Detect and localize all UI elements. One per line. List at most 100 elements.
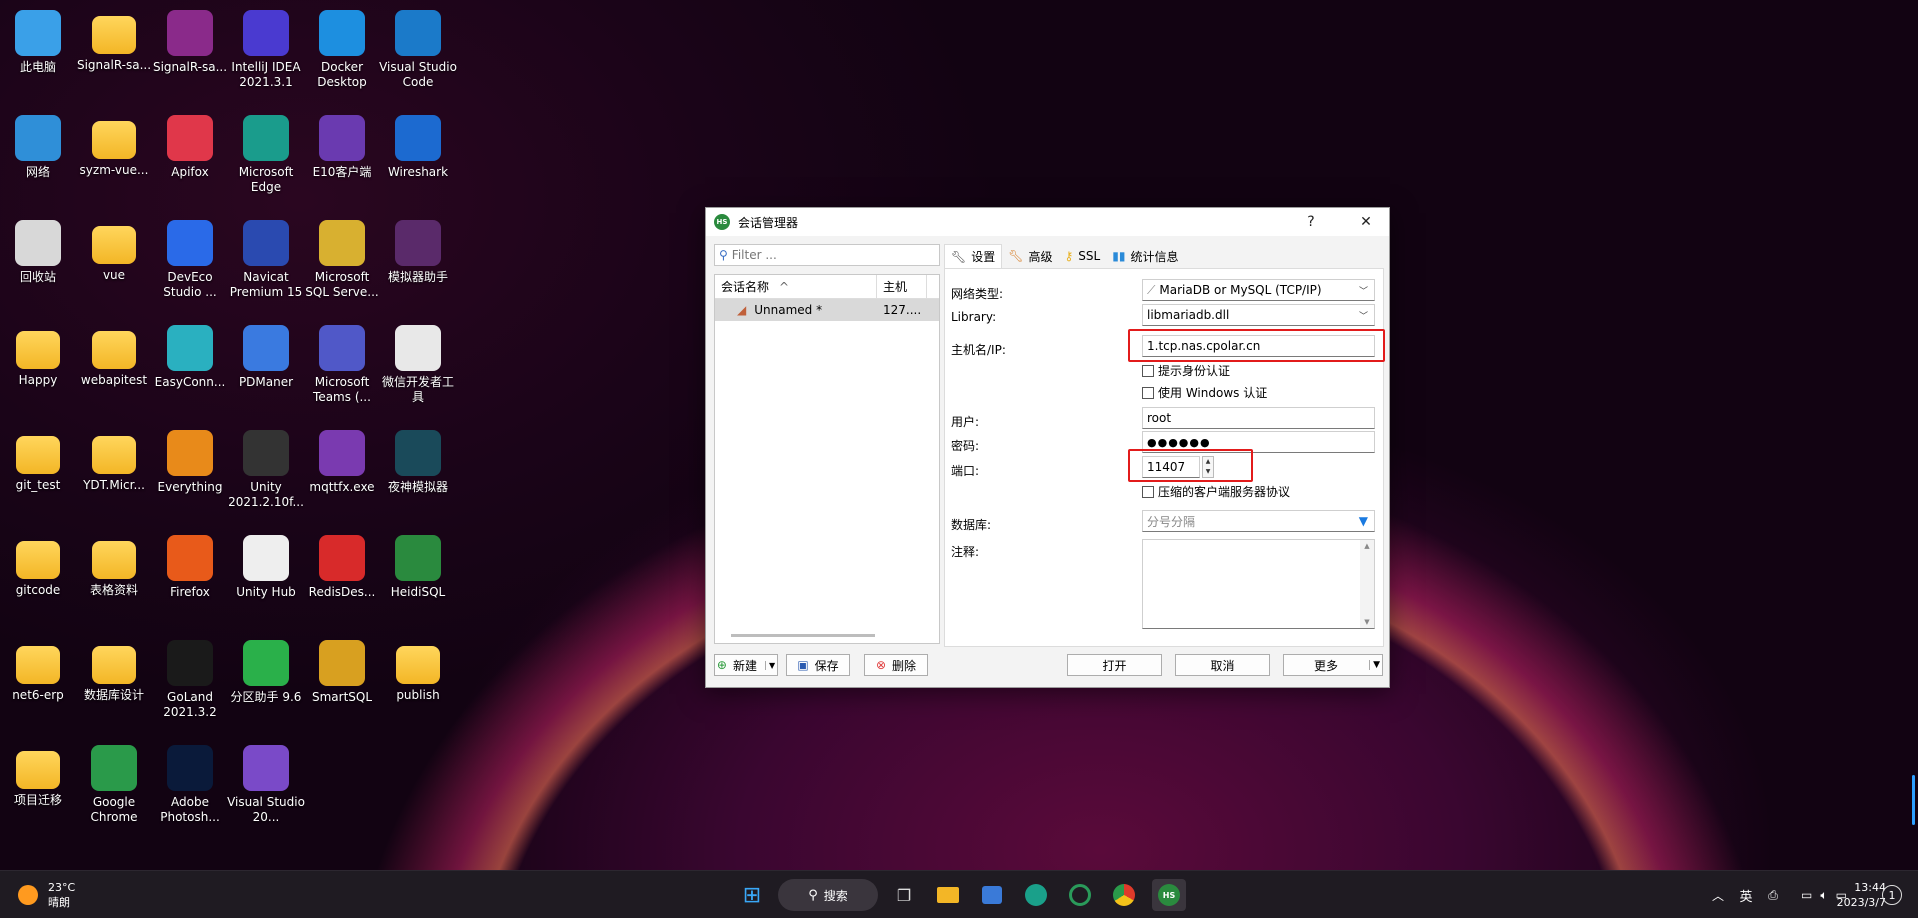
desktop-shortcut[interactable]: mqttfx.exe: [304, 424, 380, 524]
clock[interactable]: 13:44 2023/3/7: [1826, 879, 1886, 911]
desktop-shortcut[interactable]: Visual Studio 20...: [227, 739, 305, 839]
desktop-shortcut-label: gitcode: [15, 583, 61, 597]
comment-textarea[interactable]: ▲ ▼: [1142, 539, 1375, 629]
desktop-shortcut[interactable]: SignalR-sa...: [76, 4, 152, 104]
desktop-shortcut[interactable]: Everything: [152, 424, 228, 524]
start-button[interactable]: ⊞: [736, 879, 768, 911]
delete-button[interactable]: ⊗ 删除: [864, 654, 928, 676]
port-label: 端口:: [951, 464, 980, 478]
desktop-shortcut-label: 此电脑: [19, 60, 56, 74]
library-select[interactable]: libmariadb.dll ﹀: [1142, 304, 1375, 326]
user-input[interactable]: root: [1142, 407, 1375, 429]
desktop-shortcut[interactable]: 微信开发者工具: [380, 319, 456, 419]
chrome-button[interactable]: [1108, 879, 1140, 911]
desktop-shortcut[interactable]: SignalR-sa...: [152, 4, 228, 104]
chrome-icon: [1113, 884, 1135, 906]
desktop-shortcut[interactable]: Docker Desktop: [304, 4, 380, 104]
desktop-shortcut[interactable]: SmartSQL: [304, 634, 380, 734]
desktop-shortcut[interactable]: net6-erp: [0, 634, 76, 734]
desktop-shortcut[interactable]: Happy: [0, 319, 76, 419]
tab-statistics[interactable]: ▮▮ 统计信息: [1106, 244, 1184, 268]
desktop-shortcut[interactable]: 表格资料: [76, 529, 152, 629]
column-header-host[interactable]: 主机: [877, 275, 927, 298]
heidisql-icon: HS: [1158, 884, 1180, 906]
weather-widget[interactable]: 23°C 晴朗: [18, 879, 98, 911]
desktop-shortcut[interactable]: EasyConn...: [152, 319, 228, 419]
open-button[interactable]: 打开: [1067, 654, 1162, 676]
desktop-shortcut[interactable]: Navicat Premium 15: [228, 214, 304, 314]
database-input[interactable]: 分号分隔 ▼: [1142, 510, 1375, 532]
desktop-shortcut[interactable]: Google Chrome: [76, 739, 152, 839]
help-button[interactable]: ?: [1291, 210, 1331, 234]
taskbar-search[interactable]: ⚲ 搜索: [778, 879, 878, 911]
windows-auth-checkbox[interactable]: 使用 Windows 认证: [1142, 384, 1267, 401]
prompt-auth-checkbox[interactable]: 提示身份认证: [1142, 362, 1230, 379]
notification-badge[interactable]: 1: [1882, 885, 1902, 905]
cancel-button[interactable]: 取消: [1175, 654, 1270, 676]
column-header-name[interactable]: 会话名称 ^: [715, 275, 877, 298]
desktop-shortcut[interactable]: GoLand 2021.3.2: [152, 634, 228, 734]
desktop-shortcut[interactable]: Unity Hub: [228, 529, 304, 629]
desktop-shortcut[interactable]: Firefox: [152, 529, 228, 629]
desktop-shortcut[interactable]: E10客户端: [304, 109, 380, 209]
new-button[interactable]: ⊕ 新建 ▼: [714, 654, 778, 676]
desktop-shortcut[interactable]: Microsoft SQL Serve...: [304, 214, 380, 314]
desktop-shortcut[interactable]: 项目迁移: [0, 739, 76, 839]
desktop-shortcut[interactable]: HeidiSQL: [380, 529, 456, 629]
vertical-scrollbar[interactable]: ▲ ▼: [1360, 540, 1374, 628]
close-button[interactable]: ✕: [1346, 210, 1386, 234]
desktop-shortcut[interactable]: 网络: [0, 109, 76, 209]
session-row[interactable]: ◢ Unnamed * 127....: [715, 299, 939, 321]
session-list[interactable]: 会话名称 ^ 主机 ◢ Unnamed * 127....: [714, 274, 940, 644]
navicat-button[interactable]: [1064, 879, 1096, 911]
tab-ssl[interactable]: ⚷ SSL: [1059, 244, 1107, 268]
desktop-shortcut[interactable]: git_test: [0, 424, 76, 524]
edge-button[interactable]: [1020, 879, 1052, 911]
triangle-down-icon[interactable]: ▼: [1359, 514, 1368, 528]
desktop-shortcut[interactable]: 数据库设计: [76, 634, 152, 734]
title-bar[interactable]: HS 会话管理器 ? ✕: [706, 208, 1389, 236]
heidisql-taskbar-button[interactable]: HS: [1152, 879, 1186, 911]
desktop-shortcut[interactable]: DevEco Studio ...: [152, 214, 228, 314]
desktop-shortcut[interactable]: 分区助手 9.6: [228, 634, 304, 734]
password-label: 密码:: [951, 439, 980, 453]
desktop-shortcut[interactable]: 此电脑: [0, 4, 76, 104]
horizontal-scrollbar[interactable]: [731, 634, 875, 637]
store-button[interactable]: [976, 879, 1008, 911]
desktop-shortcut[interactable]: Adobe Photosh...: [152, 739, 228, 839]
desktop-shortcut[interactable]: IntelliJ IDEA 2021.3.1: [228, 4, 304, 104]
desktop-shortcut[interactable]: Microsoft Edge: [228, 109, 304, 209]
desktop-shortcut[interactable]: RedisDes...: [304, 529, 380, 629]
tab-settings[interactable]: 🔧︎ 设置: [944, 244, 1003, 268]
desktop-shortcut-label: Apifox: [171, 165, 209, 179]
more-button[interactable]: 更多 ▼: [1283, 654, 1383, 676]
tray-overflow-button[interactable]: ︿: [1708, 879, 1728, 911]
desktop-shortcut[interactable]: publish: [380, 634, 456, 734]
desktop-shortcut[interactable]: Wireshark: [380, 109, 456, 209]
folder-icon: [92, 121, 136, 159]
desktop-shortcut[interactable]: syzm-vue...: [76, 109, 152, 209]
dropdown-arrow-icon[interactable]: ▼: [1369, 660, 1380, 670]
desktop-shortcut[interactable]: webapitest: [76, 319, 152, 419]
dropdown-arrow-icon[interactable]: ▼: [764, 660, 775, 670]
compress-checkbox[interactable]: 压缩的客户端服务器协议: [1142, 483, 1290, 500]
desktop-shortcut[interactable]: 模拟器助手: [380, 214, 456, 314]
desktop-shortcut[interactable]: 夜神模拟器: [380, 424, 456, 524]
ime-indicator[interactable]: 英: [1734, 879, 1758, 911]
tab-advanced[interactable]: 🔧︎ 高级: [1002, 244, 1058, 268]
desktop-shortcut[interactable]: gitcode: [0, 529, 76, 629]
desktop-shortcut[interactable]: Microsoft Teams (...: [304, 319, 380, 419]
desktop-shortcut[interactable]: Apifox: [152, 109, 228, 209]
save-button[interactable]: ▣ 保存: [786, 654, 850, 676]
desktop-shortcut[interactable]: 回收站: [0, 214, 76, 314]
vscode-icon: [395, 10, 441, 56]
file-explorer-button[interactable]: [932, 879, 964, 911]
desktop-shortcut[interactable]: PDManer: [228, 319, 304, 419]
desktop-shortcut[interactable]: YDT.Micr...: [76, 424, 152, 524]
desktop-shortcut[interactable]: Unity 2021.2.10f...: [228, 424, 304, 524]
desktop-shortcut[interactable]: Visual Studio Code: [379, 4, 457, 104]
desktop-shortcut[interactable]: vue: [76, 214, 152, 314]
filter-input[interactable]: ⚲ Filter ...: [714, 244, 940, 266]
task-view-button[interactable]: ❐: [888, 879, 920, 911]
network-type-select[interactable]: ⟋ MariaDB or MySQL (TCP/IP) ﹀: [1142, 279, 1375, 301]
